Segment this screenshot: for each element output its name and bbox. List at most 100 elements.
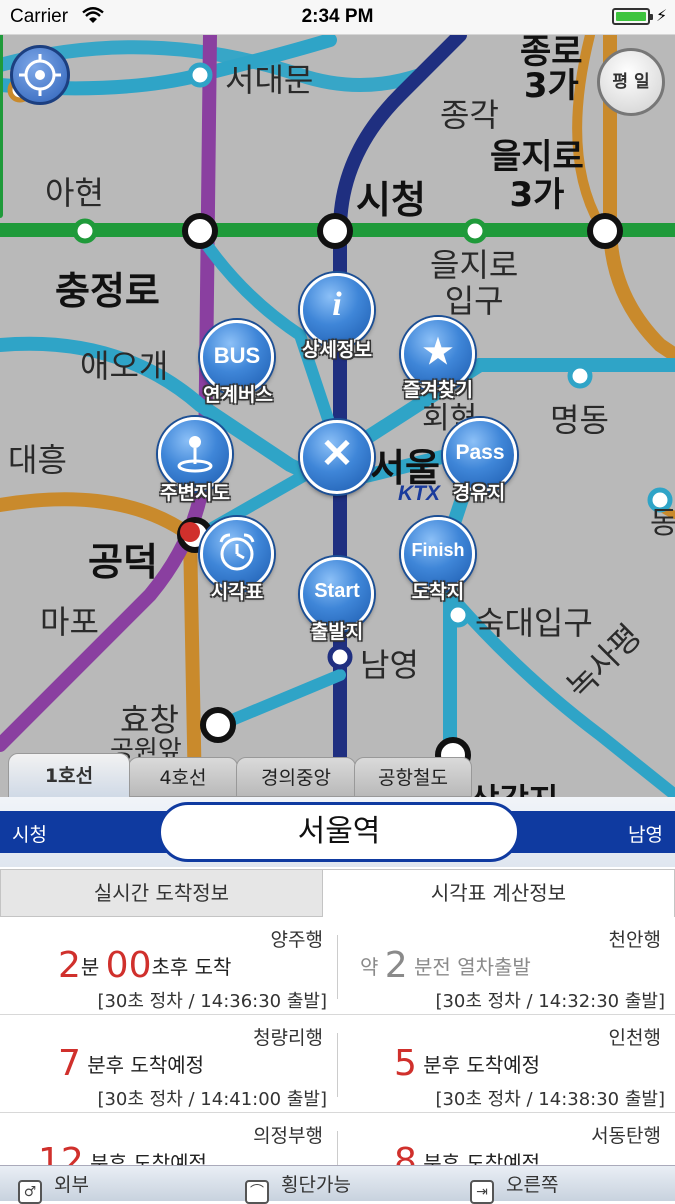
station-euljiro-ipgu[interactable]: 을지로 입구 (430, 247, 518, 319)
tab-line-1[interactable]: 1호선 (8, 753, 130, 799)
prev-station-button[interactable]: 시청 (12, 820, 47, 847)
restroom-label: 외부 (54, 1174, 89, 1196)
clock: 2:34 PM (301, 6, 374, 27)
current-station-title: 서울역 (158, 802, 520, 862)
battery-icon (612, 8, 653, 25)
minutes-value: 7 (58, 1043, 81, 1084)
destination: 의정부행 (253, 1125, 323, 1147)
minutes-unit: 분후 도착예정 (423, 1053, 541, 1077)
restroom-info[interactable]: ♂ 외부 (18, 1170, 89, 1204)
close-menu-button[interactable]: ✕ (300, 420, 374, 494)
station-seodaemun[interactable]: 서대문 (225, 55, 313, 101)
linked-bus-label: 연계버스 (203, 384, 273, 406)
minutes-value: 2 (58, 945, 81, 986)
departure-info: [30초 정차 / 14:41:00 출발] (97, 1089, 327, 1110)
arrival-time: 8 분후 도착예정 (394, 1141, 540, 1167)
door-side-info[interactable]: ⇥ 오른쪽 (470, 1170, 558, 1204)
station-gongdeok[interactable]: 공덕 (88, 531, 158, 586)
approx-prefix: 약 (360, 955, 379, 979)
weekday-toggle-button[interactable]: 평 일 (597, 48, 665, 116)
star-icon: ★ (422, 333, 454, 371)
departure-info: [30초 정차 / 14:32:30 출발] (435, 991, 665, 1012)
station-sookmyung[interactable]: 숙대입구 (475, 598, 593, 644)
door-side-label: 오른쪽 (506, 1174, 559, 1196)
station-mapo[interactable]: 마포 (40, 597, 99, 643)
transfer-info[interactable]: ⌒ 횡단가능 (245, 1170, 351, 1204)
restroom-icon: ♂ (18, 1180, 42, 1204)
departure-info: [30초 정차 / 14:38:30 출발] (435, 1089, 665, 1110)
station-aeogae[interactable]: 애오개 (80, 341, 168, 387)
arrival-cell-left: 양주행 2분 00초후 도착 [30초 정차 / 14:36:30 출발] (0, 917, 337, 1015)
pass-via-label: 경유지 (452, 482, 506, 504)
minutes-value: 8 (394, 1141, 417, 1167)
arrival-time: 5 분후 도착예정 (394, 1043, 540, 1084)
destination: 인천행 (608, 1027, 661, 1049)
destination: 양주행 (270, 929, 323, 951)
minutes-value: 5 (394, 1043, 417, 1084)
minutes-unit: 분후 도착예정 (87, 1053, 205, 1077)
minutes-value: 12 (38, 1141, 84, 1167)
arrival-cell-left: 의정부행 12 분후 도착예정 (0, 1113, 337, 1167)
station-namyeong[interactable]: 남영 (360, 640, 419, 686)
detail-info-label: 상세정보 (302, 339, 372, 361)
arrival-list: 양주행 2분 00초후 도착 [30초 정차 / 14:36:30 출발] 천안… (0, 917, 675, 1167)
station-bar: 시청 서울역 남영 (0, 797, 675, 867)
station-jonggak[interactable]: 종각 (440, 90, 499, 136)
arrival-row: 양주행 2분 00초후 도착 [30초 정차 / 14:36:30 출발] 천안… (0, 917, 675, 1015)
arrival-time: 12 분후 도착예정 (38, 1141, 207, 1167)
locate-me-button[interactable] (10, 45, 70, 105)
u-turn-icon: ⌒ (245, 1180, 269, 1204)
charging-icon: ⚡ (656, 6, 668, 25)
arrival-cell-right: 서동탄행 8 분후 도착예정 (338, 1113, 675, 1167)
tab-timetable-calc[interactable]: 시각표 계산정보 (323, 869, 675, 917)
departure-info: [30초 정차 / 14:36:30 출발] (97, 991, 327, 1012)
tab-realtime-arrival[interactable]: 실시간 도착정보 (0, 869, 323, 917)
close-icon: ✕ (320, 432, 354, 476)
tab-gyeongui-jungang[interactable]: 경의중앙 (236, 757, 356, 797)
destination: 청량리행 (253, 1027, 323, 1049)
arrival-cell-right: 천안행 약 2 분전 열차출발 [30초 정차 / 14:32:30 출발] (338, 917, 675, 1015)
favorite-label: 즐겨찾기 (403, 379, 473, 401)
arrival-time: 7 분후 도착예정 (58, 1043, 204, 1084)
status-bar: Carrier 2:34 PM ⚡ (0, 0, 675, 35)
station-dong[interactable]: 동 (650, 498, 675, 542)
tab-airport-railroad[interactable]: 공항철도 (354, 757, 472, 797)
crosshair-icon (19, 54, 61, 96)
station-daeheung[interactable]: 대흥 (8, 435, 67, 481)
timetable-label: 시각표 (210, 581, 264, 603)
station-ahyeon[interactable]: 아현 (45, 168, 104, 214)
station-chungjeongno[interactable]: 충정로 (55, 260, 160, 315)
arrival-row: 청량리행 7 분후 도착예정 [30초 정차 / 14:41:00 출발] 인천… (0, 1015, 675, 1113)
minutes-value: 2 (384, 945, 408, 986)
minutes-unit: 분전 열차출발 (414, 955, 531, 979)
line-tabs: 4호선 경의중앙 공항철도 1호선 (0, 745, 675, 799)
tab-line-4[interactable]: 4호선 (128, 757, 238, 797)
destination: 서동탄행 (591, 1125, 661, 1147)
pass-icon: Pass (455, 441, 505, 464)
station-sicheong[interactable]: 시청 (356, 169, 426, 224)
seconds-unit: 초후 도착 (151, 955, 232, 979)
next-station-button[interactable]: 남영 (628, 820, 663, 847)
station-facilities-bar: ♂ 외부 ⌒ 횡단가능 ⇥ 오른쪽 (0, 1165, 675, 1204)
subway-map[interactable]: 평 일 서대문 종로 3가 종각 을지로 3가 아현 시청 충정로 을지로 입구… (0, 35, 675, 800)
nearby-map-label: 주변지도 (160, 482, 230, 504)
info-tabs: 실시간 도착정보 시각표 계산정보 (0, 869, 675, 917)
start-label: 출발지 (310, 621, 364, 643)
start-icon: Start (314, 580, 360, 602)
station-myeongdong[interactable]: 명동 (550, 395, 609, 441)
transfer-label: 횡단가능 (281, 1174, 351, 1196)
station-euljiro3ga[interactable]: 을지로 3가 (490, 138, 584, 214)
finish-icon: Finish (411, 540, 465, 560)
minutes-unit: 분 (80, 955, 100, 979)
info-icon: i (332, 286, 342, 323)
destination: 천안행 (608, 929, 661, 951)
arrival-cell-right: 인천행 5 분후 도착예정 [30초 정차 / 14:38:30 출발] (338, 1015, 675, 1113)
arrival-row: 의정부행 12 분후 도착예정 서동탄행 8 분후 도착예정 (0, 1113, 675, 1167)
door-side-icon: ⇥ (470, 1180, 494, 1204)
bus-icon: BUS (213, 343, 261, 368)
arrival-time: 약 2 분전 열차출발 (360, 945, 531, 986)
seconds-value: 00 (105, 945, 152, 986)
arrival-time: 2분 00초후 도착 (58, 945, 231, 986)
finish-label: 도착지 (411, 581, 465, 603)
station-jongno3ga[interactable]: 종로 3가 (520, 35, 583, 103)
